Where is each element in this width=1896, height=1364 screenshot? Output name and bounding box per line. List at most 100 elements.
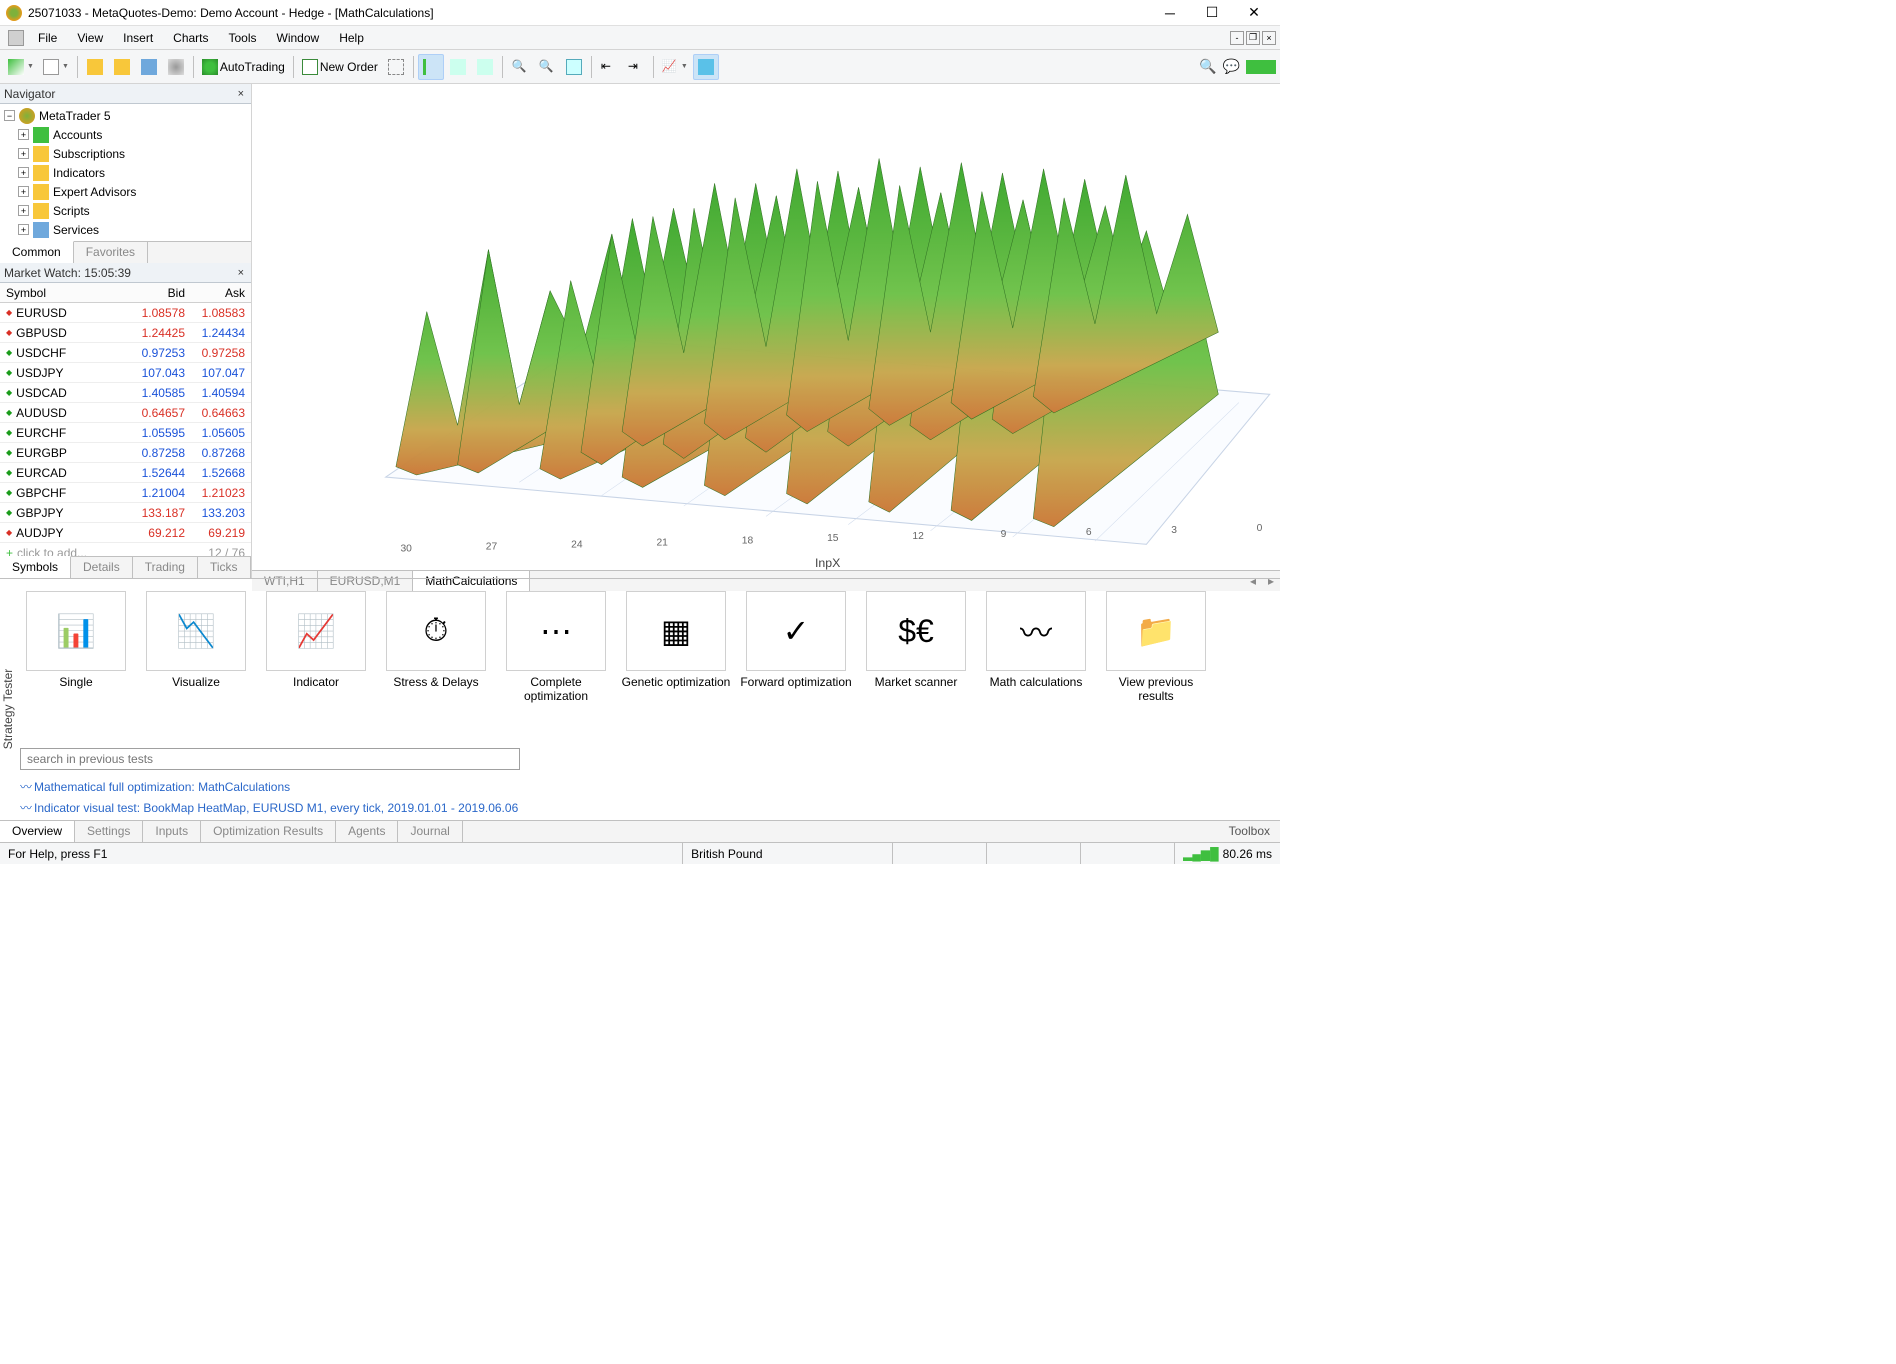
- minimize-button[interactable]: ─: [1150, 2, 1190, 24]
- test-link-0[interactable]: 〰Mathematical full optimization: MathCal…: [20, 778, 1260, 795]
- menu-tools[interactable]: Tools: [219, 28, 267, 48]
- market-row[interactable]: ◆GBPUSD1.244251.24434: [0, 323, 251, 343]
- templates-button[interactable]: [693, 54, 719, 80]
- profiles-button[interactable]: ▼: [39, 54, 73, 80]
- status-ping[interactable]: ▂▄▆█ 80.26 ms: [1175, 847, 1280, 861]
- col-ask[interactable]: Ask: [191, 286, 251, 300]
- menu-insert[interactable]: Insert: [113, 28, 163, 48]
- tree-item-expert-advisors[interactable]: +Expert Advisors: [0, 182, 251, 201]
- tester-tab-settings[interactable]: Settings: [75, 821, 143, 842]
- chart-bars-button[interactable]: [418, 54, 444, 80]
- toggle-toolbar-button[interactable]: [383, 54, 409, 80]
- tester-item[interactable]: ⏱Stress & Delays: [380, 591, 492, 738]
- tree-item-services[interactable]: +Services: [0, 220, 251, 239]
- market-row[interactable]: ◆EURCAD1.526441.52668: [0, 463, 251, 483]
- tree-item-accounts[interactable]: +Accounts: [0, 125, 251, 144]
- tester-label: Indicator: [293, 675, 339, 705]
- tree-item-indicators[interactable]: +Indicators: [0, 163, 251, 182]
- mdi-minimize[interactable]: -: [1230, 31, 1244, 45]
- tester-item[interactable]: 📊Single: [20, 591, 132, 738]
- shift-button[interactable]: ⇤: [596, 54, 622, 80]
- mdi-close[interactable]: ×: [1262, 31, 1276, 45]
- tester-tab-inputs[interactable]: Inputs: [143, 821, 201, 842]
- window-title: 25071033 - MetaQuotes-Demo: Demo Account…: [28, 6, 1150, 20]
- chart-area[interactable]: InpX 302724211815129630 WTI,H1 EURUSD,M1…: [252, 84, 1280, 578]
- market-row[interactable]: ◆AUDJPY69.21269.219: [0, 523, 251, 543]
- market-watch-add[interactable]: +click to add... 12 / 76: [0, 543, 251, 556]
- strategy-tester-label: Strategy Tester: [1, 639, 15, 779]
- connection-indicator[interactable]: [1246, 60, 1276, 74]
- market-tab-ticks[interactable]: Ticks: [198, 557, 251, 578]
- tester-icon: 📁: [1106, 591, 1206, 671]
- menu-view[interactable]: View: [67, 28, 113, 48]
- toolbox-label[interactable]: Toolbox: [1219, 821, 1280, 842]
- col-bid[interactable]: Bid: [131, 286, 191, 300]
- navigator-tab-favorites[interactable]: Favorites: [74, 242, 148, 263]
- chart-line-button[interactable]: [472, 54, 498, 80]
- market-row[interactable]: ◆EURGBP0.872580.87268: [0, 443, 251, 463]
- auto-scroll-button[interactable]: ⇥: [623, 54, 649, 80]
- col-symbol[interactable]: Symbol: [0, 286, 131, 300]
- tester-item[interactable]: ✓Forward optimization: [740, 591, 852, 738]
- tester-item[interactable]: ▦Genetic optimization: [620, 591, 732, 738]
- mdi-restore[interactable]: ❐: [1246, 31, 1260, 45]
- menu-file[interactable]: File: [28, 28, 67, 48]
- tester-item[interactable]: 📁View previous results: [1100, 591, 1212, 738]
- close-button[interactable]: ✕: [1234, 2, 1274, 24]
- search-icon[interactable]: 🔍: [1199, 58, 1216, 75]
- new-chart-button[interactable]: ▼: [4, 54, 38, 80]
- market-watch-close[interactable]: ×: [235, 267, 247, 279]
- tester-tab-agents[interactable]: Agents: [336, 821, 398, 842]
- navigator-close[interactable]: ×: [235, 88, 247, 100]
- chat-icon[interactable]: 💬: [1223, 58, 1240, 75]
- tester-item[interactable]: 〰Math calculations: [980, 591, 1092, 738]
- navigator-tabs: Common Favorites: [0, 241, 251, 263]
- tester-item[interactable]: ⋯Complete optimization: [500, 591, 612, 738]
- search-input[interactable]: [20, 748, 520, 770]
- tester-item[interactable]: 📈Indicator: [260, 591, 372, 738]
- tester-icon: ⏱: [386, 591, 486, 671]
- menu-charts[interactable]: Charts: [163, 28, 218, 48]
- tester-label: Forward optimization: [740, 675, 851, 705]
- tester-tab-optimization-results[interactable]: Optimization Results: [201, 821, 336, 842]
- data-window-button[interactable]: [136, 54, 162, 80]
- market-row[interactable]: ◆AUDUSD0.646570.64663: [0, 403, 251, 423]
- indicators-button[interactable]: 📈▼: [658, 54, 692, 80]
- maximize-button[interactable]: ☐: [1192, 2, 1232, 24]
- tester-icon: 📉: [146, 591, 246, 671]
- market-tab-symbols[interactable]: Symbols: [0, 556, 71, 578]
- tester-tab-journal[interactable]: Journal: [398, 821, 462, 842]
- navigator-button[interactable]: [109, 54, 135, 80]
- chart-candles-button[interactable]: [445, 54, 471, 80]
- autotrading-button[interactable]: AutoTrading: [198, 54, 289, 80]
- zoom-out-button[interactable]: 🔍: [534, 54, 560, 80]
- menu-window[interactable]: Window: [267, 28, 330, 48]
- test-link-1[interactable]: 〰Indicator visual test: BookMap HeatMap,…: [20, 799, 1260, 816]
- new-order-button[interactable]: New Order: [298, 54, 382, 80]
- market-row[interactable]: ◆GBPCHF1.210041.21023: [0, 483, 251, 503]
- tree-root[interactable]: −MetaTrader 5: [0, 106, 251, 125]
- market-row[interactable]: ◆USDJPY107.043107.047: [0, 363, 251, 383]
- svg-text:0: 0: [1257, 523, 1263, 534]
- status-currency: British Pound: [683, 843, 893, 864]
- market-row[interactable]: ◆EURUSD1.085781.08583: [0, 303, 251, 323]
- tester-item[interactable]: 📉Visualize: [140, 591, 252, 738]
- market-row[interactable]: ◆GBPJPY133.187133.203: [0, 503, 251, 523]
- tree-item-subscriptions[interactable]: +Subscriptions: [0, 144, 251, 163]
- market-tab-details[interactable]: Details: [71, 557, 133, 578]
- market-row[interactable]: ◆USDCHF0.972530.97258: [0, 343, 251, 363]
- tester-item[interactable]: $€Market scanner: [860, 591, 972, 738]
- navigator-tab-common[interactable]: Common: [0, 241, 74, 263]
- tile-windows-button[interactable]: [561, 54, 587, 80]
- svg-text:12: 12: [912, 531, 924, 542]
- menu-help[interactable]: Help: [329, 28, 374, 48]
- market-tab-trading[interactable]: Trading: [133, 557, 198, 578]
- tester-label: Single: [59, 675, 92, 705]
- tree-item-scripts[interactable]: +Scripts: [0, 201, 251, 220]
- market-watch-button[interactable]: [82, 54, 108, 80]
- market-row[interactable]: ◆USDCAD1.405851.40594: [0, 383, 251, 403]
- market-row[interactable]: ◆EURCHF1.055951.05605: [0, 423, 251, 443]
- zoom-in-button[interactable]: 🔍: [507, 54, 533, 80]
- tester-tab-overview[interactable]: Overview: [0, 821, 75, 842]
- signals-button[interactable]: [163, 54, 189, 80]
